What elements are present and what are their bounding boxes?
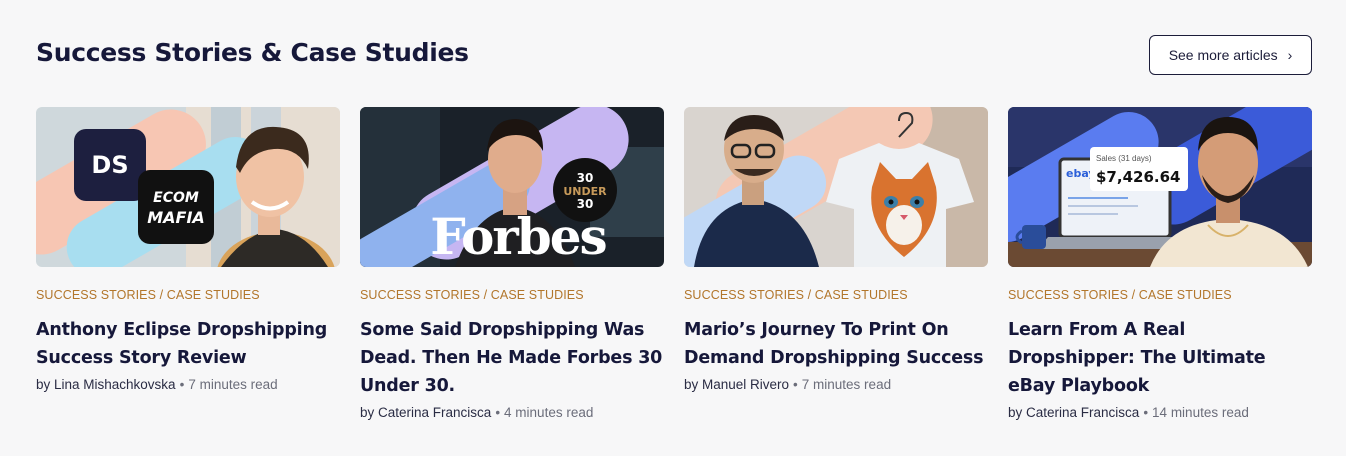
sales-label: Sales (31 days) <box>1096 154 1152 163</box>
meta-separator: • <box>1143 405 1149 420</box>
meta-separator: • <box>179 377 185 392</box>
chevron-right-icon: › <box>1287 47 1293 63</box>
article-card[interactable]: DS ECOM MAFIA SUCCESS STORIES / CASE STU… <box>36 107 340 420</box>
article-read-time: 7 minutes read <box>801 377 892 392</box>
article-category[interactable]: SUCCESS STORIES / CASE STUDIES <box>36 288 340 302</box>
article-category[interactable]: SUCCESS STORIES / CASE STUDIES <box>360 288 664 302</box>
meta-separator: • <box>495 405 501 420</box>
article-author: by Caterina Francisca <box>360 405 492 420</box>
article-meta: by Caterina Francisca • 4 minutes read <box>360 405 664 420</box>
article-read-time: 7 minutes read <box>188 377 278 392</box>
article-card[interactable]: ebay Sales (31 days) $7,426.64 SUCCESS S… <box>1008 107 1312 420</box>
article-title[interactable]: Mario’s Journey To Print On Demand Drops… <box>684 316 988 372</box>
see-more-articles-button[interactable]: See more articles › <box>1149 35 1312 75</box>
article-title[interactable]: Learn From A Real Dropshipper: The Ultim… <box>1008 316 1312 400</box>
article-thumbnail[interactable]: DS ECOM MAFIA <box>36 107 340 267</box>
article-cards: DS ECOM MAFIA SUCCESS STORIES / CASE STU… <box>36 107 1312 420</box>
article-read-time: 14 minutes read <box>1152 405 1249 420</box>
success-stories-section: Success Stories & Case Studies See more … <box>0 0 1346 456</box>
article-author: by Lina Mishachkovska <box>36 377 176 392</box>
article-category[interactable]: SUCCESS STORIES / CASE STUDIES <box>684 288 988 302</box>
sales-callout: Sales (31 days) $7,426.64 <box>1090 147 1188 191</box>
see-more-label: See more articles <box>1168 47 1278 63</box>
section-title: Success Stories & Case Studies <box>36 38 469 67</box>
article-category[interactable]: SUCCESS STORIES / CASE STUDIES <box>1008 288 1312 302</box>
forbes-30-text: 30 <box>577 171 594 185</box>
article-title[interactable]: Some Said Dropshipping Was Dead. Then He… <box>360 316 664 400</box>
ecom-mafia-badge: ECOM MAFIA <box>138 170 214 244</box>
meta-separator: • <box>793 377 798 392</box>
sales-value: $7,426.64 <box>1096 168 1180 186</box>
article-thumbnail[interactable] <box>684 107 988 267</box>
article-card[interactable]: SUCCESS STORIES / CASE STUDIES Mario’s J… <box>684 107 988 420</box>
article-thumbnail[interactable]: 30 UNDER 30 Forbes <box>360 107 664 267</box>
article-thumbnail[interactable]: ebay Sales (31 days) $7,426.64 <box>1008 107 1312 267</box>
ds-badge-text: DS <box>91 151 128 179</box>
article-card[interactable]: 30 UNDER 30 Forbes SUCCESS STORIES / CAS… <box>360 107 664 420</box>
ds-logo-badge: DS <box>74 129 146 201</box>
article-author: by Caterina Francisca <box>1008 405 1140 420</box>
article-meta: by Manuel Rivero • 7 minutes read <box>684 377 988 392</box>
mafia-badge-text: MAFIA <box>147 208 205 227</box>
article-meta: by Lina Mishachkovska • 7 minutes read <box>36 377 340 392</box>
article-title[interactable]: Anthony Eclipse Dropshipping Success Sto… <box>36 316 340 372</box>
article-meta: by Caterina Francisca • 14 minutes read <box>1008 405 1312 420</box>
forbes-logo: Forbes <box>430 207 606 266</box>
article-read-time: 4 minutes read <box>504 405 594 420</box>
ecom-badge-text: ECOM <box>153 190 199 206</box>
article-author: by Manuel Rivero <box>684 377 790 392</box>
